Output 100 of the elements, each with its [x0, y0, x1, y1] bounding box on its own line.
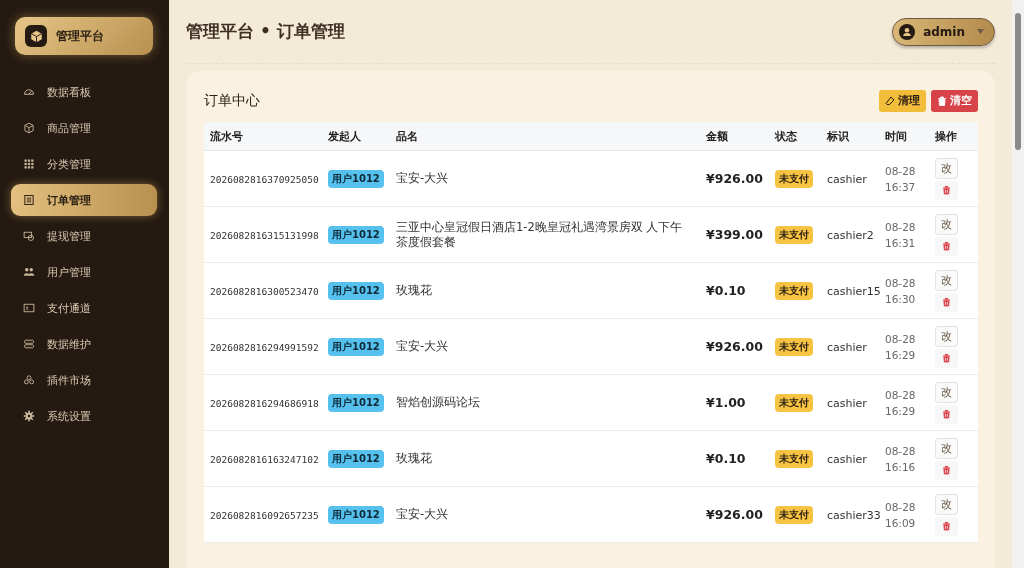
order-time: 16:30 [885, 291, 917, 307]
clean-button[interactable]: 清理 [879, 90, 926, 112]
serial-number: 2026082816370925050 [210, 173, 319, 185]
sidebar-item[interactable]: 数据维护 [11, 328, 157, 360]
grid-icon [23, 158, 35, 170]
cashier-id: cashier33 [827, 508, 881, 522]
product-name: 宝安-大兴 [396, 171, 449, 185]
delete-button[interactable] [935, 516, 958, 536]
serial-number: 2026082816294991592 [210, 341, 319, 353]
amount: ¥1.00 [706, 395, 746, 410]
order-date: 08-28 [885, 387, 917, 403]
amount: ¥926.00 [706, 171, 763, 186]
users-icon [23, 266, 35, 278]
page-title: 管理平台 • 订单管理 [186, 20, 345, 43]
amount: ¥0.10 [706, 451, 746, 466]
terminal-icon [23, 302, 35, 314]
edit-button[interactable]: 改 [935, 269, 958, 291]
serial-number: 2026082816300523470 [210, 285, 319, 297]
edit-button[interactable]: 改 [935, 325, 958, 347]
edit-button[interactable]: 改 [935, 213, 958, 235]
cashier-id: cashier [827, 172, 867, 186]
trash-icon [942, 465, 951, 475]
eraser-icon [885, 96, 895, 106]
sidebar-item[interactable]: 用户管理 [11, 256, 157, 288]
order-time: 16:09 [885, 515, 917, 531]
sidebar-item[interactable]: 提现管理 [11, 220, 157, 252]
sidebar-item[interactable]: 插件市场 [11, 364, 157, 396]
column-header: 品名 [390, 122, 700, 151]
sidebar-item[interactable]: 分类管理 [11, 148, 157, 180]
order-time: 16:29 [885, 403, 917, 419]
clear-button[interactable]: 清空 [931, 90, 978, 112]
sidebar-item[interactable]: 支付通道 [11, 292, 157, 324]
scrollbar[interactable] [1012, 0, 1024, 568]
amount: ¥0.10 [706, 283, 746, 298]
edit-button[interactable]: 改 [935, 493, 958, 515]
edit-button[interactable]: 改 [935, 381, 958, 403]
serial-number: 2026082816092657235 [210, 509, 319, 521]
sidebar-item[interactable]: 商品管理 [11, 112, 157, 144]
amount: ¥926.00 [706, 339, 763, 354]
trash-icon [937, 96, 947, 106]
box-icon [23, 122, 35, 134]
product-name: 宝安-大兴 [396, 339, 449, 353]
delete-button[interactable] [935, 460, 958, 480]
card-title: 订单中心 [204, 92, 260, 110]
brand-logo[interactable]: 管理平台 [15, 17, 153, 55]
order-date: 08-28 [885, 443, 917, 459]
amount: ¥399.00 [706, 227, 763, 242]
status-badge: 未支付 [775, 225, 813, 244]
amount: ¥926.00 [706, 507, 763, 522]
column-header: 状态 [769, 122, 821, 151]
trash-icon [942, 241, 951, 251]
serial-number: 2026082816163247102 [210, 453, 319, 465]
product-name: 三亚中心皇冠假日酒店1-2晚皇冠礼遇湾景房双 人下午茶度假套餐 [396, 219, 683, 249]
gauge-icon [23, 86, 35, 98]
user-badge: 用户1012 [328, 337, 384, 356]
product-name: 智焰创源码论坛 [396, 395, 480, 409]
product-name: 玫瑰花 [396, 451, 432, 465]
delete-button[interactable] [935, 180, 958, 200]
sidebar-item[interactable]: 订单管理 [11, 184, 157, 216]
status-badge: 未支付 [775, 505, 813, 524]
trash-icon [942, 297, 951, 307]
status-badge: 未支付 [775, 449, 813, 468]
cashier-id: cashier [827, 340, 867, 354]
brand-name: 管理平台 [56, 27, 104, 45]
user-badge: 用户1012 [328, 505, 384, 524]
column-header: 时间 [879, 122, 929, 151]
edit-button[interactable]: 改 [935, 157, 958, 179]
cashier-id: cashier [827, 452, 867, 466]
delete-button[interactable] [935, 236, 958, 256]
doc-icon [23, 194, 35, 206]
cashier-id: cashier2 [827, 228, 874, 242]
sidebar-item[interactable]: 系统设置 [11, 400, 157, 432]
order-date: 08-28 [885, 163, 917, 179]
order-time: 16:29 [885, 347, 917, 363]
edit-button[interactable]: 改 [935, 437, 958, 459]
user-badge: 用户1012 [328, 169, 384, 188]
order-date: 08-28 [885, 331, 917, 347]
user-badge: 用户1012 [328, 281, 384, 300]
cashier-id: cashier15 [827, 284, 881, 298]
status-badge: 未支付 [775, 393, 813, 412]
delete-button[interactable] [935, 292, 958, 312]
user-badge: 用户1012 [328, 449, 384, 468]
serial-number: 2026082816315131998 [210, 229, 319, 241]
order-date: 08-28 [885, 275, 917, 291]
status-badge: 未支付 [775, 337, 813, 356]
serial-number: 2026082816294686918 [210, 397, 319, 409]
db-icon [23, 338, 35, 350]
column-header: 发起人 [322, 122, 390, 151]
cube-icon [29, 29, 43, 43]
delete-button[interactable] [935, 404, 958, 424]
column-header: 流水号 [204, 122, 322, 151]
sidebar-item[interactable]: 数据看板 [11, 76, 157, 108]
delete-button[interactable] [935, 348, 958, 368]
order-time: 16:31 [885, 235, 917, 251]
user-menu-button[interactable]: admin [892, 17, 995, 46]
cashier-id: cashier [827, 396, 867, 410]
status-badge: 未支付 [775, 281, 813, 300]
user-badge: 用户1012 [328, 225, 384, 244]
column-header: 金额 [700, 122, 769, 151]
avatar-icon [899, 23, 916, 40]
